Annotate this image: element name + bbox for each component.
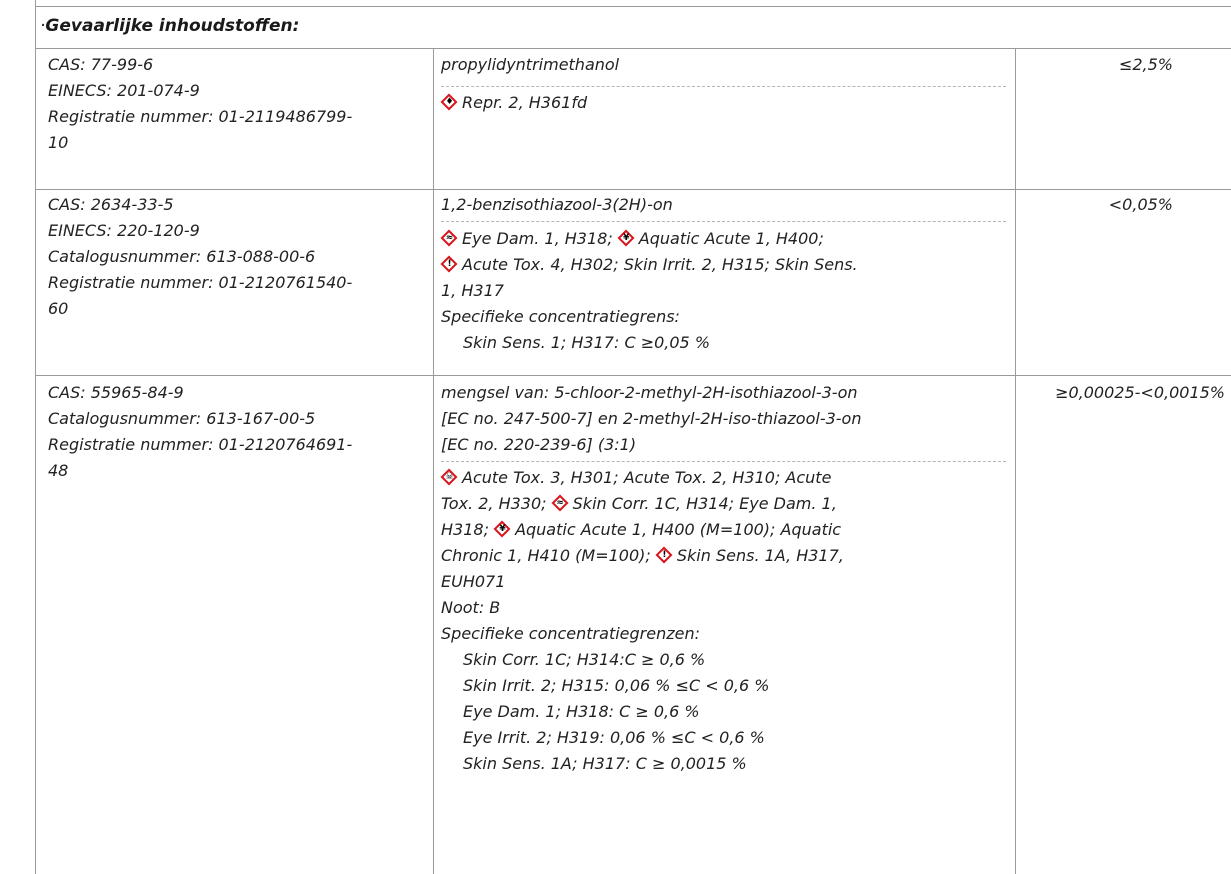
section-title: ·Gevaarlijke inhoudstoffen: bbox=[40, 16, 300, 36]
header-rule bbox=[35, 48, 1231, 49]
identifiers-cell: CAS: 77-99-6 EINECS: 201-074-9 Registrat… bbox=[48, 55, 353, 152]
concentration: <0,05% bbox=[1108, 195, 1173, 214]
row-rule bbox=[35, 189, 1231, 190]
health-hazard-icon: ♦ bbox=[441, 94, 458, 111]
hazard-classification: ♦ Repr. 2, H361fd bbox=[441, 90, 587, 116]
environment-icon: ¥ bbox=[618, 230, 635, 247]
hazard-classification: ≈ Eye Dam. 1, H318; ¥ Aquatic Acute 1, H40… bbox=[441, 229, 858, 352]
column-rule bbox=[433, 48, 434, 874]
identifiers-cell: CAS: 55965-84-9 Catalogusnummer: 613-167… bbox=[48, 383, 353, 480]
dashed-separator bbox=[441, 86, 1006, 87]
substance-name: mengsel van: 5-chloor-2-methyl-2H-isothi… bbox=[441, 383, 862, 454]
concentration: ≤2,5% bbox=[1118, 55, 1173, 74]
table-top-rule bbox=[35, 6, 1231, 7]
identifiers-cell: CAS: 2634-33-5 EINECS: 220-120-9 Catalog… bbox=[48, 195, 353, 318]
skull-crossbones-icon: ☠ bbox=[441, 469, 458, 486]
column-rule bbox=[1015, 48, 1016, 874]
exclamation-icon: ! bbox=[441, 256, 458, 273]
dashed-separator bbox=[441, 221, 1006, 222]
substance-name: propylidyntrimethanol bbox=[441, 55, 620, 74]
corrosion-icon: ≈ bbox=[552, 495, 569, 512]
corrosion-icon: ≈ bbox=[441, 230, 458, 247]
substance-name: 1,2-benzisothiazool-3(2H)-on bbox=[441, 195, 673, 214]
exclamation-icon: ! bbox=[656, 547, 673, 564]
hazard-classification: ☠ Acute Tox. 3, H301; Acute Tox. 2, H310;… bbox=[441, 468, 844, 773]
dashed-separator bbox=[441, 461, 1006, 462]
concentration: ≥0,00025-<0,0015% bbox=[1055, 383, 1225, 402]
row-rule bbox=[35, 375, 1231, 376]
environment-icon: ¥ bbox=[494, 521, 511, 538]
